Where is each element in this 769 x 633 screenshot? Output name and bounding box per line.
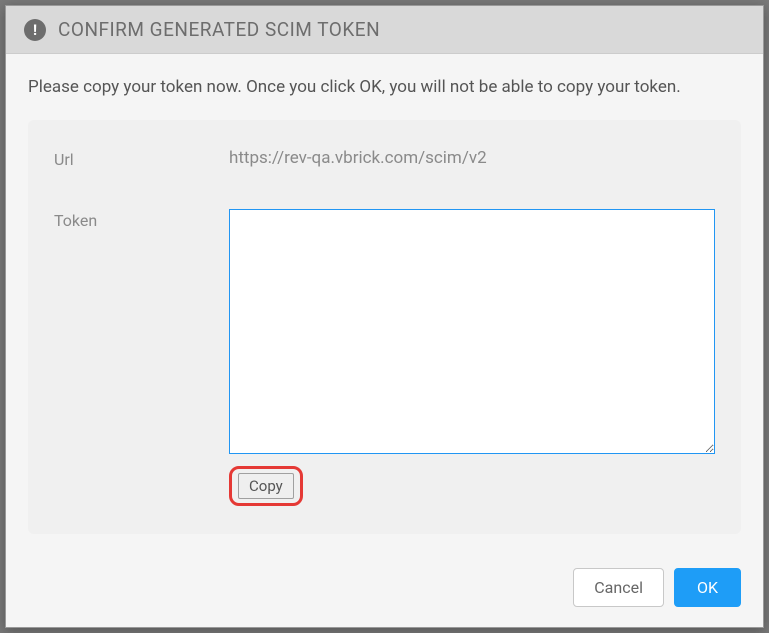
token-textarea[interactable] (229, 209, 715, 454)
copy-button[interactable]: Copy (238, 473, 294, 499)
token-area-wrap: Copy (229, 209, 715, 506)
token-label: Token (54, 209, 229, 230)
url-label: Url (54, 148, 229, 169)
copy-button-highlight: Copy (229, 466, 303, 506)
token-row: Token Copy (54, 209, 715, 506)
cancel-button[interactable]: Cancel (573, 568, 664, 607)
confirm-token-dialog: ! CONFIRM GENERATED SCIM TOKEN Please co… (5, 5, 764, 628)
ok-button[interactable]: OK (674, 568, 741, 607)
url-row: Url https://rev-qa.vbrick.com/scim/v2 (54, 148, 715, 169)
dialog-title: CONFIRM GENERATED SCIM TOKEN (58, 18, 380, 41)
form-panel: Url https://rev-qa.vbrick.com/scim/v2 To… (28, 120, 741, 534)
url-value: https://rev-qa.vbrick.com/scim/v2 (229, 148, 487, 168)
dialog-footer: Cancel OK (6, 552, 763, 627)
dialog-intro-text: Please copy your token now. Once you cli… (28, 76, 741, 100)
dialog-header: ! CONFIRM GENERATED SCIM TOKEN (6, 6, 763, 54)
alert-icon: ! (24, 19, 46, 41)
dialog-body: Please copy your token now. Once you cli… (6, 54, 763, 552)
